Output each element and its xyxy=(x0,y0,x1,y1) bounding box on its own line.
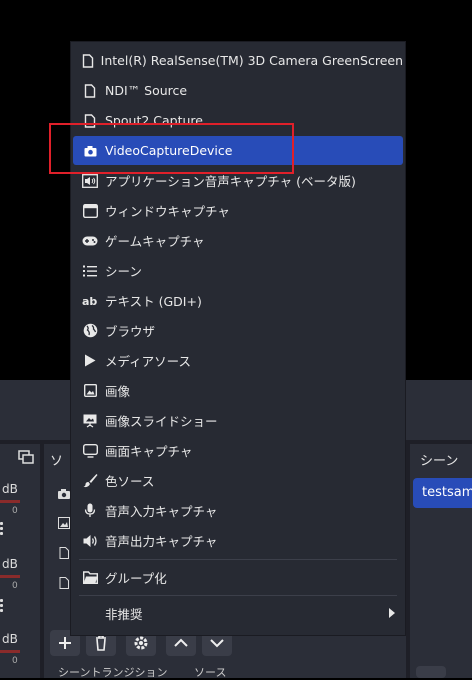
slideshow-icon xyxy=(83,414,97,427)
volume-meter xyxy=(0,500,20,503)
mixer-db-label: dB xyxy=(2,632,18,646)
volume-meter xyxy=(0,575,20,578)
menu-item-label: ブラウザ xyxy=(105,324,156,339)
menu-item-label: 音声出力キャプチャ xyxy=(105,534,218,549)
window-icon xyxy=(82,203,98,218)
mixer-db-value: 0 xyxy=(12,656,18,666)
scene-list-item[interactable]: testsample xyxy=(413,478,472,508)
mixer-db-value: 0 xyxy=(12,581,18,591)
mixer-db-value: 0 xyxy=(12,506,18,516)
add-scene-button[interactable] xyxy=(416,666,446,678)
microphone-icon xyxy=(84,503,96,517)
sources-dock-title: ソ xyxy=(50,454,64,469)
menu-item-browser[interactable]: ブラウザ xyxy=(73,316,403,345)
menu-item-label: ウィンドウキャプチャ xyxy=(105,204,230,219)
menu-item-audio-input-capture[interactable]: 音声入力キャプチャ xyxy=(73,496,403,525)
text-icon: ab xyxy=(82,295,97,307)
list-icon xyxy=(83,265,97,276)
mixer-menu-icon[interactable] xyxy=(0,522,4,536)
menu-item-label: テキスト (GDI+) xyxy=(105,294,202,309)
file-icon xyxy=(84,83,96,98)
menu-item-image-slideshow[interactable]: 画像スライドショー xyxy=(73,406,403,435)
menu-item-audio-output-capture[interactable]: 音声出力キャプチャ xyxy=(73,526,403,555)
mixer-db-label: dB xyxy=(2,482,18,496)
globe-icon xyxy=(83,323,97,338)
app-audio-icon xyxy=(82,173,98,188)
menu-item-label: Intel(R) RealSense(TM) 3D Camera GreenSc… xyxy=(100,53,403,68)
speaker-icon xyxy=(83,534,97,547)
menu-item-label: ゲームキャプチャ xyxy=(105,234,205,249)
menu-item-text-gdi[interactable]: ab テキスト (GDI+) xyxy=(73,286,403,315)
menu-item-group[interactable]: グループ化 xyxy=(73,563,403,592)
file-icon xyxy=(82,53,94,68)
gamepad-icon xyxy=(82,236,98,245)
menu-item-deprecated-submenu[interactable]: 非推奨 xyxy=(73,599,403,628)
menu-item-media-source[interactable]: メディアソース xyxy=(73,346,403,375)
menu-item-label: グループ化 xyxy=(105,571,167,586)
scenes-dock: シーン testsample xyxy=(410,444,472,678)
menu-item-label: 色ソース xyxy=(105,474,155,489)
menu-item-label: 音声入力キャプチャ xyxy=(105,504,218,519)
menu-item-color-source[interactable]: 色ソース xyxy=(73,466,403,495)
menu-item-game-capture[interactable]: ゲームキャプチャ xyxy=(73,226,403,255)
highlight-annotation-box xyxy=(49,123,294,174)
menu-item-label: 非推奨 xyxy=(105,607,143,622)
image-icon xyxy=(83,384,97,397)
brush-icon xyxy=(83,474,97,488)
mixer-db-label: dB xyxy=(2,557,18,571)
camera-icon xyxy=(58,489,70,499)
menu-item-image[interactable]: 画像 xyxy=(73,376,403,405)
menu-item-realsense[interactable]: Intel(R) RealSense(TM) 3D Camera GreenSc… xyxy=(73,46,403,75)
menu-item-label: メディアソース xyxy=(105,354,192,369)
file-icon xyxy=(59,577,69,589)
menu-item-display-capture[interactable]: 画面キャプチャ xyxy=(73,436,403,465)
audio-mixer-dock: dB 0 dB 0 dB 0 xyxy=(0,444,40,678)
menu-item-scene[interactable]: シーン xyxy=(73,256,403,285)
play-icon xyxy=(85,354,96,367)
folder-icon xyxy=(82,571,98,584)
monitor-icon xyxy=(82,443,98,458)
menu-separator xyxy=(79,595,397,596)
scenes-dock-title: シーン xyxy=(420,454,459,469)
menu-item-label: 画像 xyxy=(105,384,131,399)
mixer-menu-icon[interactable] xyxy=(0,599,4,613)
menu-item-ndi-source[interactable]: NDI™ Source xyxy=(73,76,403,105)
menu-item-label: NDI™ Source xyxy=(105,83,188,98)
menu-separator xyxy=(79,559,397,560)
volume-meter xyxy=(0,650,20,653)
menu-item-label: シーン xyxy=(105,264,142,279)
submenu-arrow-icon xyxy=(389,608,395,618)
bottom-tab-bar: シーントランジション ソース xyxy=(44,662,406,679)
file-icon xyxy=(59,547,69,559)
undock-icon[interactable] xyxy=(18,450,34,464)
image-icon xyxy=(58,517,70,529)
menu-item-label: 画面キャプチャ xyxy=(105,444,193,459)
menu-item-label: 画像スライドショー xyxy=(105,414,218,429)
svg-text:ab: ab xyxy=(82,295,97,307)
menu-item-window-capture[interactable]: ウィンドウキャプチャ xyxy=(73,196,403,225)
